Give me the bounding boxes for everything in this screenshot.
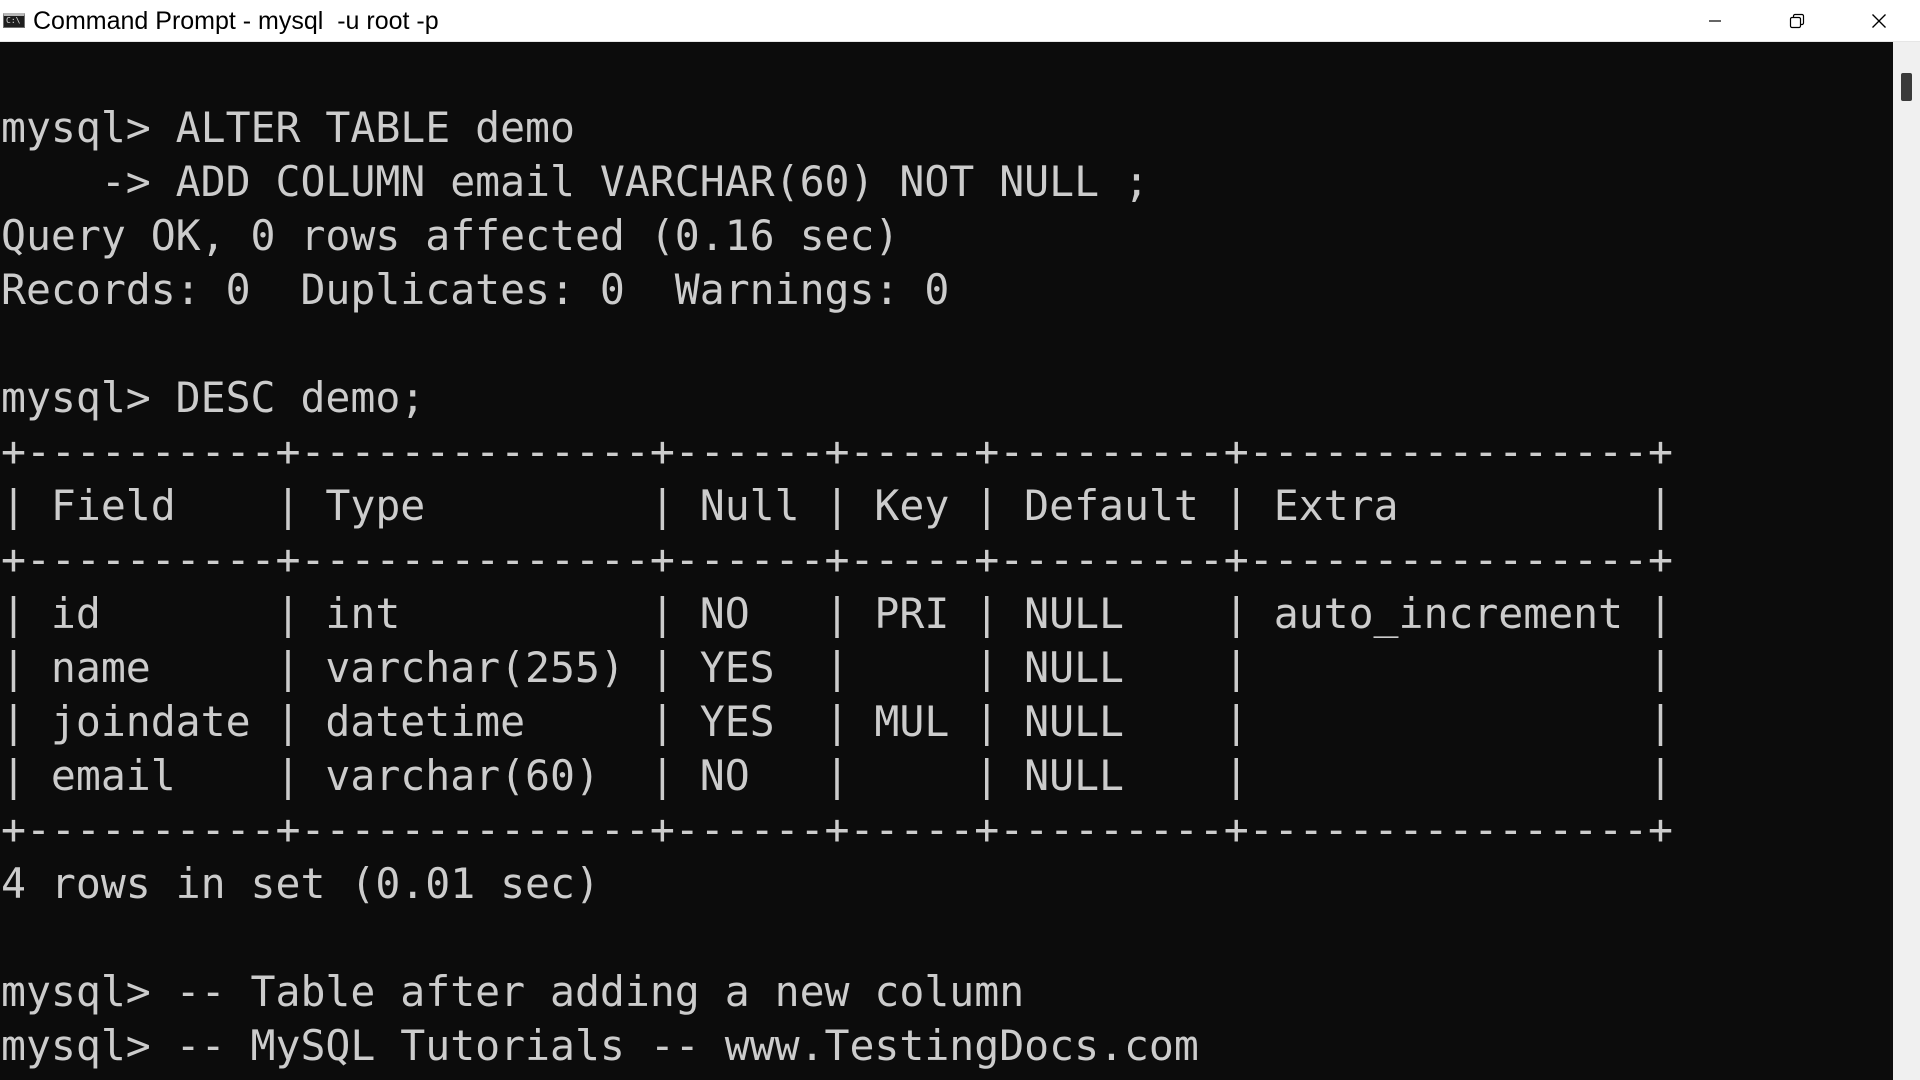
- restore-icon: [1789, 13, 1805, 28]
- console-output[interactable]: mysql> ALTER TABLE demo -> ADD COLUMN em…: [0, 42, 1893, 1080]
- console-line: Records: 0 Duplicates: 0 Warnings: 0: [1, 265, 950, 314]
- table-border: +----------+--------------+------+-----+…: [1, 805, 1673, 854]
- minimize-icon: [1709, 19, 1721, 22]
- table-border: +----------+--------------+------+-----+…: [1, 427, 1673, 476]
- table-row: | joindate | datetime | YES | MUL | NULL…: [1, 697, 1673, 746]
- close-icon: [1872, 13, 1886, 28]
- minimize-button[interactable]: [1674, 0, 1756, 41]
- app-icon-glyph: C:\: [6, 16, 21, 25]
- console-line: Query OK, 0 rows affected (0.16 sec): [1, 211, 900, 260]
- window-title: Command Prompt - mysql -u root -p: [33, 6, 439, 35]
- console-line: -> ADD COLUMN email VARCHAR(60) NOT NULL…: [1, 157, 1149, 206]
- console-line: mysql> -- MySQL Tutorials -- www.Testing…: [1, 1021, 1199, 1070]
- table-row: | name | varchar(255) | YES | | NULL | |: [1, 643, 1673, 692]
- scrollbar-thumb[interactable]: [1901, 73, 1912, 101]
- table-row: | email | varchar(60) | NO | | NULL | |: [1, 751, 1673, 800]
- table-header-row: | Field | Type | Null | Key | Default | …: [1, 481, 1673, 530]
- restore-button[interactable]: [1756, 0, 1838, 41]
- console-lines: mysql> ALTER TABLE demo -> ADD COLUMN em…: [1, 101, 1673, 1073]
- table-border: +----------+--------------+------+-----+…: [1, 535, 1673, 584]
- command-prompt-icon[interactable]: C:\: [3, 13, 25, 28]
- console-line: mysql> ALTER TABLE demo: [1, 103, 575, 152]
- console-line: mysql> -- Table after adding a new colum…: [1, 967, 1025, 1016]
- command-prompt-window: C:\ Command Prompt - mysql -u root -p my…: [0, 0, 1920, 1080]
- console-line: mysql> DESC demo;: [1, 373, 426, 422]
- table-row: | id | int | NO | PRI | NULL | auto_incr…: [1, 589, 1673, 638]
- console-line: 4 rows in set (0.01 sec): [1, 859, 600, 908]
- close-button[interactable]: [1838, 0, 1920, 41]
- title-bar[interactable]: C:\ Command Prompt - mysql -u root -p: [0, 0, 1920, 42]
- window-controls: [1674, 0, 1920, 41]
- vertical-scrollbar[interactable]: [1893, 42, 1920, 1080]
